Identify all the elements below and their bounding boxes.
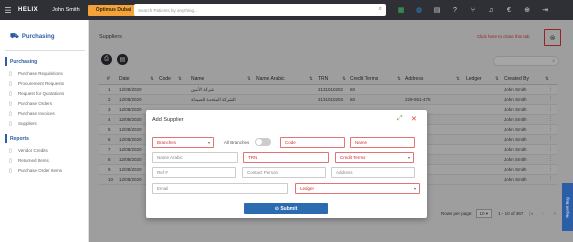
branches-placeholder: Branches bbox=[157, 140, 177, 145]
doc-icon: ▯ bbox=[9, 147, 12, 154]
chevron-down-icon: ▾ bbox=[407, 155, 410, 160]
ref-placeholder: Ref # bbox=[157, 170, 168, 175]
help-icon[interactable]: ? bbox=[446, 2, 464, 18]
sidebar-item-label: Returned Items bbox=[18, 158, 49, 163]
patient-search-input[interactable]: Search Patients by anything... ⌕ bbox=[134, 4, 386, 16]
notes-icon[interactable]: ▤ bbox=[428, 2, 446, 18]
doc-icon: ▯ bbox=[9, 167, 12, 174]
sidebar-item-label: Vendor Credits bbox=[18, 148, 48, 153]
contact-person-field[interactable]: Contact Person bbox=[242, 167, 326, 178]
sidebar-item-purchase-invoices[interactable]: ▯ Purchase Invoices bbox=[5, 109, 85, 118]
email-field[interactable]: Email bbox=[152, 183, 288, 194]
ledger-select[interactable]: Ledger ▾ bbox=[295, 183, 420, 194]
address-placeholder: Address bbox=[336, 170, 353, 175]
doc-icon: ▯ bbox=[9, 110, 12, 117]
sidebar-item-returned-items[interactable]: ▯ Returned Items bbox=[5, 156, 85, 165]
language-icon[interactable]: ⊕ bbox=[518, 2, 536, 18]
sidebar-item-label: Purchase Requisitions bbox=[18, 71, 63, 76]
sidebar-item-procurement-requests[interactable]: ▯ Procurement Requests bbox=[5, 79, 85, 88]
close-icon[interactable]: ✕ bbox=[411, 115, 417, 123]
chevron-down-icon: ▾ bbox=[413, 186, 416, 191]
doc-icon: ▯ bbox=[9, 120, 12, 127]
sidebar: ⛟ Purchasing Purchasing ▯ Purchase Requis… bbox=[0, 20, 89, 242]
name-arabic-field[interactable]: Name Arabic bbox=[152, 152, 238, 163]
doc-icon: ▯ bbox=[9, 100, 12, 107]
name-field[interactable]: Name bbox=[350, 137, 415, 148]
credit-terms-select[interactable]: Credit Terms ▾ bbox=[335, 152, 414, 163]
email-placeholder: Email bbox=[157, 186, 169, 191]
doc-icon: ▯ bbox=[9, 157, 12, 164]
search-placeholder: Search Patients by anything... bbox=[138, 7, 198, 13]
sidebar-header: ⛟ Purchasing bbox=[10, 32, 55, 41]
credit-terms-placeholder: Credit Terms bbox=[340, 155, 366, 160]
sidebar-title: Purchasing bbox=[21, 33, 55, 40]
topbar-icons: ▦ ◍ ▤ ? ⑂ ♫ € ⊕ ⇥ bbox=[392, 2, 554, 18]
submit-button[interactable]: ⊙ Submit bbox=[244, 203, 328, 214]
sidebar-item-purchase-order-items[interactable]: ▯ Purchase Order Items bbox=[5, 166, 85, 175]
submit-label: Submit bbox=[280, 205, 298, 212]
sidebar-item-label: Suppliers bbox=[18, 121, 37, 126]
modal-title: Add Supplier bbox=[152, 117, 184, 123]
company-badge[interactable]: Optimus Dubai bbox=[87, 4, 140, 16]
trn-placeholder: TRN bbox=[248, 155, 258, 160]
sidebar-item-reports[interactable]: Reports bbox=[5, 134, 85, 143]
contact-placeholder: Contact Person bbox=[247, 170, 279, 175]
sidebar-item-label: Procurement Requests bbox=[18, 81, 65, 86]
top-bar: ☰ HELIX John Smith Optimus Dubai Search … bbox=[0, 0, 573, 20]
code-placeholder: Code bbox=[285, 140, 296, 145]
sidebar-item-vendor-credits[interactable]: ▯ Vendor Credits bbox=[5, 146, 85, 155]
sidebar-item-label: Purchase Orders bbox=[18, 101, 53, 106]
sidebar-item-purchase-orders[interactable]: ▯ Purchase Orders bbox=[5, 99, 85, 108]
branch-icon[interactable]: ⑂ bbox=[464, 2, 482, 18]
sidebar-item-purchase-requisitions[interactable]: ▯ Purchase Requisitions bbox=[5, 69, 85, 78]
bell-icon[interactable]: ♫ bbox=[482, 2, 500, 18]
doc-icon: ▯ bbox=[9, 70, 12, 77]
sidebar-item-label: Purchase Order Items bbox=[18, 168, 63, 173]
chevron-down-icon: ▾ bbox=[207, 140, 210, 145]
sidebar-item-label: Purchase Invoices bbox=[18, 111, 55, 116]
logout-icon[interactable]: ⇥ bbox=[536, 2, 554, 18]
app-logo: HELIX bbox=[18, 7, 39, 13]
add-supplier-modal: Add Supplier ⤢ ✕ Branches ▾ All Branches … bbox=[146, 110, 427, 218]
sidebar-item-label: Purchasing bbox=[10, 58, 38, 65]
all-branches-toggle[interactable] bbox=[255, 138, 271, 146]
sidebar-item-purchasing[interactable]: Purchasing bbox=[5, 57, 85, 66]
code-field[interactable]: Code bbox=[280, 137, 345, 148]
all-branches-label: All Branches bbox=[224, 140, 250, 145]
sidebar-item-request-for-quotations[interactable]: ▯ Request for Quotations bbox=[5, 89, 85, 98]
name-arabic-placeholder: Name Arabic bbox=[157, 155, 183, 160]
hamburger-menu-icon[interactable]: ☰ bbox=[0, 0, 16, 20]
cart-icon: ⛟ bbox=[10, 33, 19, 40]
globe-icon[interactable]: ◍ bbox=[410, 2, 428, 18]
sidebar-item-label: Reports bbox=[10, 135, 29, 142]
currency-icon[interactable]: € bbox=[500, 2, 518, 18]
sidebar-item-suppliers[interactable]: ▯ Suppliers bbox=[5, 119, 85, 128]
sidebar-item-label: Request for Quotations bbox=[18, 91, 65, 96]
toggle-knob bbox=[256, 139, 262, 145]
doc-icon: ▯ bbox=[9, 80, 12, 87]
check-circle-icon: ⊙ bbox=[274, 205, 279, 212]
trn-field[interactable]: TRN bbox=[243, 152, 329, 163]
report-bug-label: Report Bug bbox=[565, 196, 571, 218]
address-field[interactable]: Address bbox=[331, 167, 415, 178]
name-placeholder: Name bbox=[355, 140, 368, 145]
search-icon[interactable]: ⌕ bbox=[379, 6, 382, 13]
user-name[interactable]: John Smith bbox=[52, 7, 80, 13]
ref-field[interactable]: Ref # bbox=[152, 167, 236, 178]
doc-icon: ▯ bbox=[9, 90, 12, 97]
report-bug-tab[interactable]: Report Bug bbox=[562, 183, 573, 231]
expand-icon[interactable]: ⤢ bbox=[397, 115, 403, 123]
branches-select[interactable]: Branches ▾ bbox=[152, 137, 214, 148]
sidebar-divider bbox=[5, 50, 85, 51]
ledger-placeholder: Ledger bbox=[300, 186, 315, 191]
grid-icon[interactable]: ▦ bbox=[392, 2, 410, 18]
